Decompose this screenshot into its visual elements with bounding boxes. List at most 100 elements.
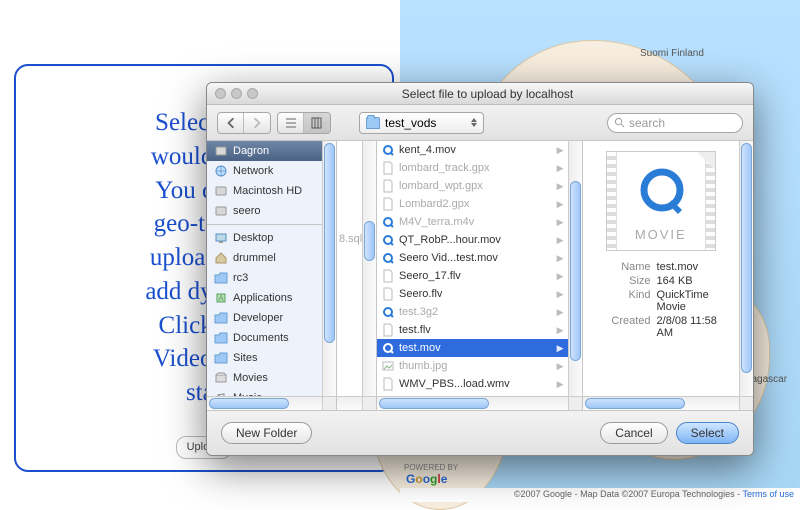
sidebar-item-seero[interactable]: seero — [207, 201, 336, 221]
file-name: test.mov — [399, 342, 441, 354]
sidebar-separator — [207, 224, 336, 225]
close-icon[interactable] — [215, 88, 226, 99]
sidebar-item-dagron[interactable]: Dagron — [207, 141, 336, 161]
file-row[interactable]: test.mov▶ — [377, 339, 568, 357]
sidebar-item-applications[interactable]: A Applications — [207, 288, 336, 308]
sidebar-item-drummel[interactable]: drummel — [207, 248, 336, 268]
chevron-right-icon: ▶ — [557, 271, 564, 282]
chevron-right-icon: ▶ — [557, 181, 564, 192]
path-label: test_vods — [385, 116, 436, 130]
file-row[interactable]: Lombard2.gpx▶ — [377, 195, 568, 213]
forward-button[interactable] — [244, 113, 270, 133]
file-icon — [381, 305, 395, 319]
column-preview: MOVIE Nametest.mov Size164 KB KindQuickT… — [583, 141, 753, 410]
file-row[interactable]: M4V_terra.m4v▶ — [377, 213, 568, 231]
sidebar-item-rc3[interactable]: rc3 — [207, 268, 336, 288]
file-name: lombard_wpt.gpx — [399, 180, 483, 192]
hd-icon — [214, 204, 228, 218]
dialog-footer: New Folder Cancel Select — [207, 411, 753, 455]
column-view-button[interactable] — [304, 113, 330, 133]
list-view-button[interactable] — [278, 113, 304, 133]
file-icon — [381, 215, 395, 229]
sidebar-item-desktop[interactable]: Desktop — [207, 228, 336, 248]
file-row[interactable]: lombard_wpt.gpx ▶ — [377, 177, 568, 195]
file-row[interactable]: lombard_track.gpx▶ — [377, 159, 568, 177]
meta-name: test.mov — [657, 261, 729, 273]
file-icon — [381, 251, 395, 265]
scrollbar-vertical[interactable] — [362, 141, 376, 396]
cancel-button[interactable]: Cancel — [600, 422, 667, 444]
file-dialog: Select file to upload by localhost test_… — [206, 82, 754, 456]
file-name: kent_4.mov — [399, 144, 456, 156]
file-icon — [381, 161, 395, 175]
meta-created: 2/8/08 11:58 AM — [657, 315, 729, 339]
scrollbar-horizontal[interactable] — [207, 396, 322, 410]
column-0[interactable]: 8.sql▶ — [337, 141, 377, 410]
scrollbar-vertical[interactable] — [322, 141, 336, 396]
file-row[interactable]: Seero_17.flv▶ — [377, 267, 568, 285]
file-icon — [381, 377, 395, 391]
folder-icon — [214, 351, 228, 365]
hd-icon — [214, 184, 228, 198]
file-fragment: 8.sql — [339, 233, 362, 245]
file-row[interactable]: test.flv▶ — [377, 321, 568, 339]
map-attribution: ©2007 Google - Map Data ©2007 Europa Tec… — [400, 488, 800, 502]
sidebar-item-developer[interactable]: Developer — [207, 308, 336, 328]
file-row[interactable]: Seero Vid...test.mov▶ — [377, 249, 568, 267]
terms-link[interactable]: Terms of use — [742, 489, 794, 499]
sidebar: Dagron NetworkMacintosh HD seero Desktop dr… — [207, 141, 337, 410]
view-switcher — [277, 112, 331, 134]
file-name: lombard_track.gpx — [399, 162, 490, 174]
file-row[interactable]: WMV_PBS...load.wmv▶ — [377, 375, 568, 393]
file-row[interactable]: thumb.jpg▶ — [377, 357, 568, 375]
scrollbar-horizontal[interactable] — [583, 396, 739, 410]
file-row[interactable]: test.3g2▶ — [377, 303, 568, 321]
chevron-updown-icon — [471, 118, 477, 127]
sidebar-item-label: Applications — [233, 292, 292, 304]
globe-icon — [214, 164, 228, 178]
sidebar-item-label: Dagron — [233, 145, 269, 157]
sidebar-item-label: Sites — [233, 352, 257, 364]
select-button[interactable]: Select — [676, 422, 739, 444]
hd-icon — [214, 144, 228, 158]
column-browser: Dagron NetworkMacintosh HD seero Desktop dr… — [207, 141, 753, 411]
back-button[interactable] — [218, 113, 244, 133]
sidebar-item-label: Developer — [233, 312, 283, 324]
dialog-title: Select file to upload by localhost — [270, 87, 705, 101]
file-icon — [381, 287, 395, 301]
scrollbar-vertical[interactable] — [568, 141, 582, 396]
sidebar-item-movies[interactable]: Movies — [207, 368, 336, 388]
sidebar-item-macintosh-hd[interactable]: Macintosh HD — [207, 181, 336, 201]
titlebar[interactable]: Select file to upload by localhost — [207, 83, 753, 105]
minimize-icon[interactable] — [231, 88, 242, 99]
file-icon — [381, 179, 395, 193]
file-row[interactable]: QT_RobP...hour.mov▶ — [377, 231, 568, 249]
meta-size: 164 KB — [657, 275, 729, 287]
sidebar-item-documents[interactable]: Documents — [207, 328, 336, 348]
file-row[interactable]: kent_4.mov▶ — [377, 141, 568, 159]
nav-back-forward — [217, 112, 271, 134]
sidebar-item-sites[interactable]: Sites — [207, 348, 336, 368]
path-dropdown[interactable]: test_vods — [359, 112, 484, 134]
map-label: Suomi Finland — [640, 48, 704, 59]
search-input[interactable]: search — [607, 113, 743, 133]
movies-icon — [214, 371, 228, 385]
scrollbar-horizontal[interactable] — [337, 396, 362, 410]
new-folder-button[interactable]: New Folder — [221, 422, 312, 444]
sidebar-item-label: seero — [233, 205, 261, 217]
scrollbar-vertical[interactable] — [739, 141, 753, 396]
sidebar-item-label: Desktop — [233, 232, 273, 244]
sidebar-item-label: drummel — [233, 252, 276, 264]
svg-text:A: A — [218, 294, 224, 303]
scrollbar-horizontal[interactable] — [377, 396, 568, 410]
toolbar: test_vods search — [207, 105, 753, 141]
chevron-right-icon: ▶ — [557, 199, 564, 210]
sidebar-item-network[interactable]: Network — [207, 161, 336, 181]
zoom-icon[interactable] — [247, 88, 258, 99]
sidebar-item-label: Movies — [233, 372, 268, 384]
file-row[interactable]: Seero.flv▶ — [377, 285, 568, 303]
file-icon — [381, 269, 395, 283]
folder-icon — [214, 271, 228, 285]
column-files[interactable]: kent_4.mov▶lombard_track.gpx▶lombard_wpt… — [377, 141, 583, 410]
google-logo: Google — [406, 472, 447, 486]
